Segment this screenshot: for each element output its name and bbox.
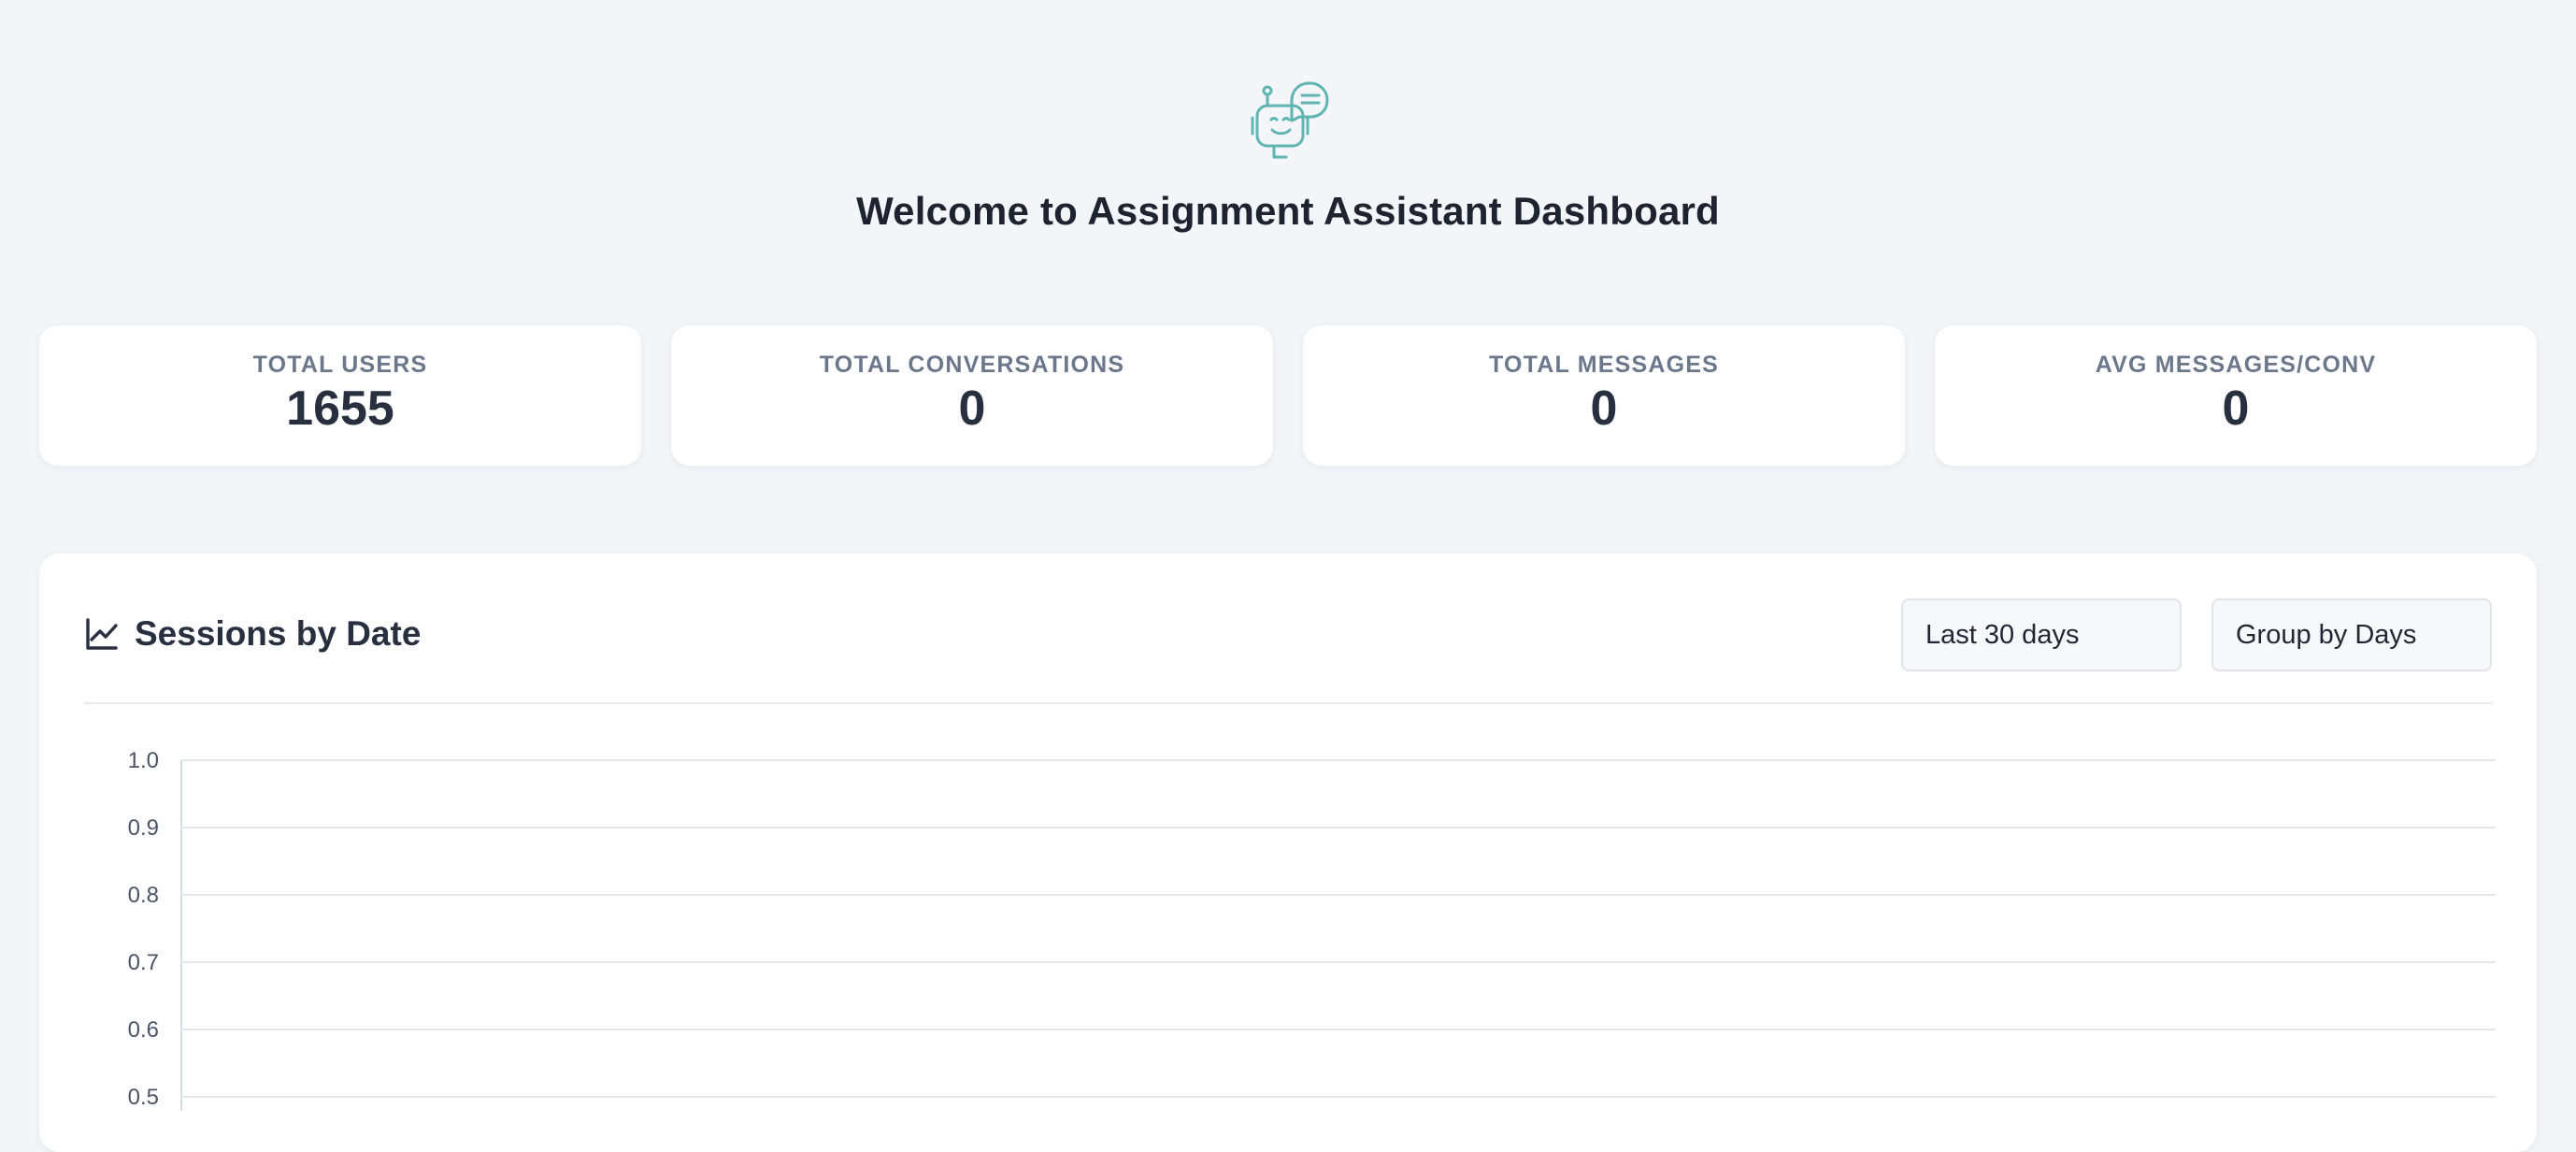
y-tick-label: 0.9 — [128, 815, 159, 841]
stat-label: AVG MESSAGES/CONV — [2095, 351, 2377, 378]
stat-label: TOTAL MESSAGES — [1489, 351, 1719, 378]
panel-title: Sessions by Date — [135, 614, 422, 653]
line-chart-icon — [86, 618, 118, 650]
sessions-panel: Sessions by Date Last 30 days Group by D… — [39, 554, 2537, 1152]
y-tick-label: 0.7 — [128, 950, 159, 975]
group-by-select[interactable]: Group by Days — [2211, 598, 2492, 671]
stat-card-total-users: TOTAL USERS 1655 — [39, 325, 641, 466]
stat-value: 0 — [1590, 381, 1618, 436]
sessions-chart: 1.0 0.9 0.8 0.7 0.6 0.5 — [84, 737, 2496, 1111]
stat-card-avg-messages: AVG MESSAGES/CONV 0 — [1935, 325, 2537, 466]
panel-header: Sessions by Date Last 30 days Group by D… — [84, 598, 2492, 671]
panel-title-group: Sessions by Date — [84, 598, 421, 670]
chart-controls: Last 30 days Group by Days — [1901, 598, 2492, 671]
stat-label: TOTAL USERS — [252, 351, 428, 378]
stat-label: TOTAL CONVERSATIONS — [819, 351, 1125, 378]
chatbot-icon — [1245, 79, 1331, 159]
panel-divider — [84, 702, 2492, 704]
stat-card-total-conversations: TOTAL CONVERSATIONS 0 — [671, 325, 1273, 466]
dashboard-header: Welcome to Assignment Assistant Dashboar… — [0, 0, 2576, 262]
y-tick-label: 0.5 — [128, 1085, 159, 1110]
stat-card-total-messages: TOTAL MESSAGES 0 — [1303, 325, 1905, 466]
stats-row: TOTAL USERS 1655 TOTAL CONVERSATIONS 0 T… — [39, 325, 2537, 466]
date-range-select[interactable]: Last 30 days — [1901, 598, 2182, 671]
stat-value: 0 — [958, 381, 986, 436]
page-title: Welcome to Assignment Assistant Dashboar… — [856, 189, 1720, 233]
y-tick-label: 0.8 — [128, 883, 159, 908]
y-tick-label: 1.0 — [128, 748, 159, 773]
stat-value: 0 — [2222, 381, 2250, 436]
stat-value: 1655 — [286, 381, 394, 436]
y-tick-label: 0.6 — [128, 1017, 159, 1043]
sessions-chart-svg: 1.0 0.9 0.8 0.7 0.6 0.5 — [128, 748, 2496, 1111]
